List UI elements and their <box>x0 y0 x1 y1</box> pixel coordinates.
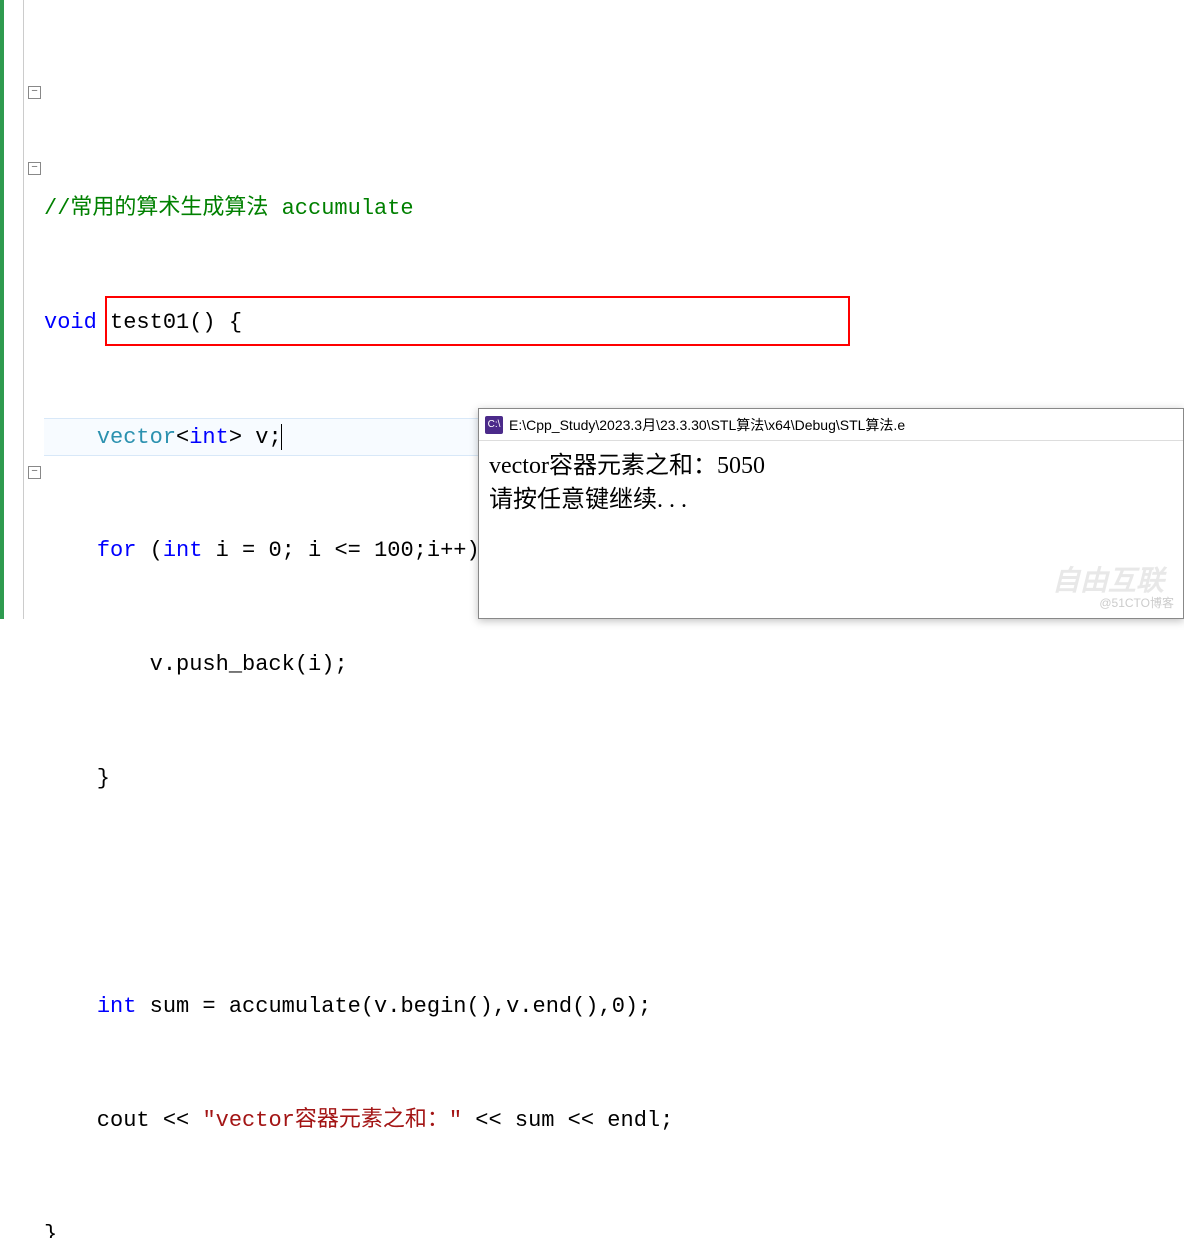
keyword: for <box>97 538 137 563</box>
console-titlebar[interactable]: C:\ E:\Cpp_Study\2023.3月\23.3.30\STL算法\x… <box>479 409 1183 441</box>
code-text <box>44 994 97 1019</box>
console-icon: C:\ <box>485 416 503 434</box>
console-title-text: E:\Cpp_Study\2023.3月\23.3.30\STL算法\x64\D… <box>509 415 905 435</box>
code-text: } <box>44 1222 57 1238</box>
code-text: << sum << endl; <box>462 1108 673 1133</box>
keyword: void <box>44 310 97 335</box>
watermark-text: @51CTO博客 <box>1099 594 1174 611</box>
console-body[interactable]: vector容器元素之和：5050请按任意键继续. . . <box>479 441 1183 525</box>
string-literal: "vector容器元素之和：" <box>202 1108 462 1133</box>
code-text: } <box>44 766 110 791</box>
code-text: < <box>176 425 189 450</box>
comment-text: //常用的算术生成算法 accumulate <box>44 196 414 221</box>
code-text: ( <box>136 538 162 563</box>
code-line: } <box>44 760 1184 798</box>
code-area[interactable]: //常用的算术生成算法 accumulate void test01() { v… <box>44 0 1184 1238</box>
fold-toggle-function[interactable]: − <box>28 86 41 99</box>
type-name: vector <box>97 425 176 450</box>
console-output-line: 请按任意键继续. . . <box>489 483 1173 517</box>
fold-toggle-main[interactable]: − <box>28 466 41 479</box>
code-text: i = 0; i <= 100;i++) { <box>202 538 506 563</box>
code-line: v.push_back(i); <box>44 646 1184 684</box>
code-text <box>44 538 97 563</box>
code-text: sum = accumulate(v.begin(),v.end(),0); <box>136 994 651 1019</box>
code-text: test01() { <box>97 310 242 335</box>
console-output-line: vector容器元素之和：5050 <box>489 449 1173 483</box>
console-window[interactable]: C:\ E:\Cpp_Study\2023.3月\23.3.30\STL算法\x… <box>478 408 1184 619</box>
text-caret <box>281 424 282 450</box>
code-line: } <box>44 1216 1184 1238</box>
fold-toggle-for[interactable]: − <box>28 162 41 175</box>
code-line: void test01() { <box>44 304 1184 342</box>
code-line <box>44 874 1184 912</box>
code-line: int sum = accumulate(v.begin(),v.end(),0… <box>44 988 1184 1026</box>
gutter <box>0 0 24 619</box>
code-text: > v; <box>229 425 282 450</box>
keyword: int <box>163 538 203 563</box>
code-text: v.push_back(i); <box>44 652 348 677</box>
code-line <box>44 76 1184 114</box>
keyword: int <box>189 425 229 450</box>
code-editor[interactable]: − − − //常用的算术生成算法 accumulate void test01… <box>0 0 1184 619</box>
code-line: cout << "vector容器元素之和：" << sum << endl; <box>44 1102 1184 1140</box>
keyword: int <box>97 994 137 1019</box>
code-line: //常用的算术生成算法 accumulate <box>44 190 1184 228</box>
code-text <box>44 425 97 450</box>
code-text: cout << <box>44 1108 202 1133</box>
